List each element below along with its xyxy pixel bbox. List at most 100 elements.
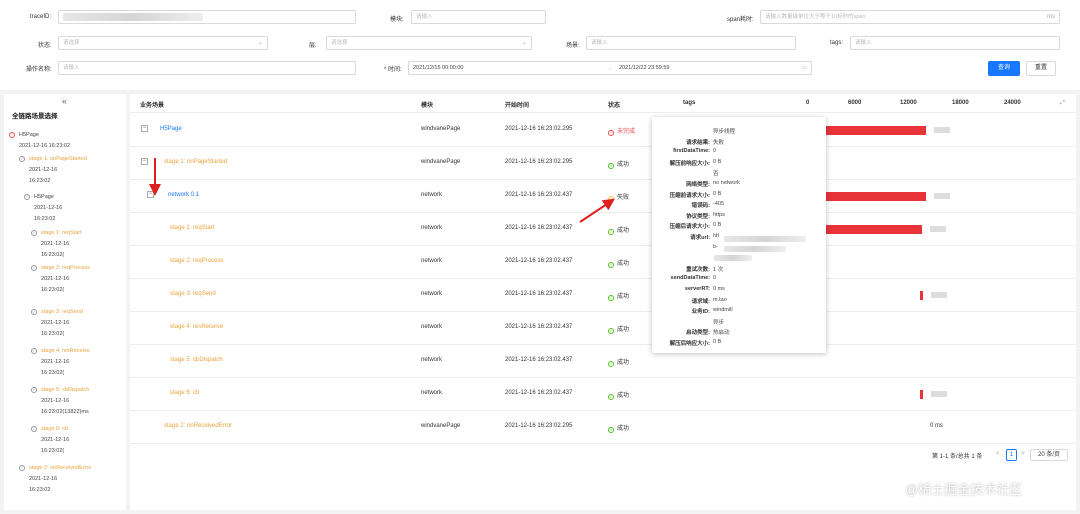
- trace-id-label: traceID:: [30, 14, 52, 20]
- duration-bar[interactable]: [919, 390, 923, 399]
- tags-input[interactable]: 请输入: [850, 36, 1060, 50]
- status-cell: ✓ 成功: [608, 390, 629, 400]
- start-time-cell: 2021-12-16 16:23:02.295: [505, 159, 573, 165]
- span-duration-input[interactable]: 请输入数量级单位大于等于10标秒的span ms: [760, 10, 1060, 24]
- table-row[interactable]: stage 2: reqProcess network 2021-12-16 16:…: [130, 246, 1076, 279]
- expand-icon[interactable]: ⤢: [1060, 100, 1065, 107]
- tree-node-label[interactable]: stage 3: reqSend: [41, 308, 83, 316]
- start-time-cell: 2021-12-16 16:23:02.437: [505, 324, 573, 330]
- module-input[interactable]: 请输入: [411, 10, 546, 24]
- collapse-row-button[interactable]: −: [147, 191, 154, 198]
- duration-label-redacted: [931, 391, 947, 397]
- tooltip-value: no network: [713, 180, 740, 186]
- tooltip-value: 异步: [713, 319, 725, 326]
- check-icon: ✓: [608, 229, 614, 235]
- span-duration-label: span耗时:: [727, 17, 754, 23]
- status-cell: ✓ 成功: [608, 258, 629, 268]
- tree-node-label: 2021-12-16: [29, 167, 58, 173]
- start-time-cell: 2021-12-16 16:23:02.295: [505, 126, 573, 132]
- scene-name[interactable]: H5Page: [160, 126, 182, 132]
- tree-node-label: 2021-12-16: [41, 398, 70, 404]
- page-1-button[interactable]: 1: [1006, 449, 1017, 461]
- scene-name[interactable]: stage 1: onPageStarted: [164, 159, 227, 165]
- tooltip-value: 0 B: [713, 339, 722, 345]
- scene-name[interactable]: stage 1: reqStart: [170, 225, 214, 231]
- tree-node-label[interactable]: stage 2: reqProcess: [41, 264, 90, 272]
- start-time-cell: 2021-12-16 16:23:02.437: [505, 390, 573, 396]
- start-time-cell: 2021-12-16 16:23:02.437: [505, 258, 573, 264]
- table-row[interactable]: − stage 1: onPageStarted windvanePage 2021-…: [130, 147, 1076, 180]
- scene-name[interactable]: stage 2: onReceivedError: [164, 423, 232, 429]
- time-start: 2021/12/15 00:00:00: [413, 65, 464, 71]
- tooltip-key: sendDataTime:: [670, 275, 710, 282]
- scene-input[interactable]: 请输入: [586, 36, 796, 50]
- tree-node-label: 2021-12-16: [41, 241, 70, 247]
- reset-button[interactable]: 重置: [1026, 61, 1056, 76]
- module-cell: network: [421, 324, 443, 330]
- check-icon: ✓: [608, 295, 614, 301]
- start-time-cell: 2021-12-16 16:23:02.437: [505, 225, 573, 231]
- table-row[interactable]: stage 1: reqStart network 2021-12-16 16:23…: [130, 213, 1076, 246]
- table-row[interactable]: stage 3: reqSend network 2021-12-16 16:23:…: [130, 279, 1076, 312]
- tree-node-label: 16:23:02: [29, 178, 51, 184]
- query-button[interactable]: 查询: [988, 61, 1020, 76]
- redacted-url: [714, 255, 752, 261]
- check-icon: ✓: [608, 394, 614, 400]
- trace-id-input[interactable]: [58, 10, 356, 24]
- tree-node-label: 16:23:02(: [41, 448, 65, 454]
- error-icon: !: [608, 130, 614, 136]
- table-row[interactable]: − H5Page windvanePage 2021-12-16 16:23:02.2…: [130, 114, 1076, 147]
- tooltip-value: htt: [713, 233, 720, 239]
- scene-name[interactable]: stage 6: cb: [170, 390, 199, 396]
- collapse-icon[interactable]: «: [62, 96, 67, 106]
- table-row[interactable]: − network 0.1 network 2021-12-16 16:23:02.4…: [130, 180, 1076, 213]
- layer-select[interactable]: 请选择 ⌄: [326, 36, 532, 50]
- tags-label: tags:: [830, 40, 844, 46]
- table-row[interactable]: stage 6: cb network 2021-12-16 16:23:02.43…: [130, 378, 1076, 411]
- collapse-row-button[interactable]: −: [141, 125, 148, 132]
- scene-name[interactable]: stage 2: reqProcess: [170, 258, 223, 264]
- status-text: 成功: [617, 261, 630, 267]
- prev-page-button[interactable]: <: [996, 451, 1000, 457]
- collapse-row-button[interactable]: −: [141, 158, 148, 165]
- tooltip-value: 1 次: [713, 266, 724, 273]
- axis-tick-label: 18000: [952, 100, 969, 106]
- tooltip-value: -405: [713, 201, 725, 208]
- status-select[interactable]: 请选择 ⌄: [58, 36, 268, 50]
- next-page-button[interactable]: >: [1021, 451, 1025, 457]
- table-row[interactable]: stage 2: onReceivedError windvanePage 2021…: [130, 411, 1076, 444]
- table-row[interactable]: stage 5: cbDispatch network 2021-12-16 16:…: [130, 345, 1076, 378]
- scene-name[interactable]: stage 4: resReceive: [170, 324, 223, 330]
- col-header-status: 状态: [608, 103, 621, 109]
- scene-name[interactable]: network 0.1: [168, 192, 199, 198]
- col-header-start: 开始时间: [505, 103, 530, 109]
- tree-node-label: 16:23:02(13822)ms: [41, 409, 89, 415]
- tooltip-value: 0 B: [713, 158, 722, 165]
- layer-label: 层:: [309, 43, 317, 49]
- scene-name[interactable]: stage 3: reqSend: [170, 291, 216, 297]
- tree-node-label[interactable]: stage 4: resReceive: [41, 347, 90, 355]
- tooltip-key: 重试次数:: [686, 266, 710, 273]
- tree-node-label[interactable]: stage 5: cbDispatch: [41, 386, 89, 394]
- redacted-url: [724, 246, 786, 252]
- tree-node-label: 2021-12-16: [29, 476, 58, 482]
- tooltip-value: 0: [713, 275, 717, 282]
- start-time-cell: 2021-12-16 16:23:02.437: [505, 357, 573, 363]
- duration-bar[interactable]: [919, 291, 923, 300]
- operation-input[interactable]: 请输入: [58, 61, 356, 75]
- check-icon: ✓: [31, 309, 37, 315]
- module-label: 模块:: [390, 17, 404, 23]
- tree-node-label[interactable]: stage 6: cb: [41, 425, 68, 433]
- tree-node-label[interactable]: stage 2: onReceivedError: [29, 464, 91, 472]
- tooltip-value: windmill: [713, 307, 733, 314]
- sidebar-title: 全链路场景选择: [12, 113, 58, 120]
- tooltip-value: 0 ms: [713, 286, 725, 292]
- trace-table: 业务场景 模块 开始时间 状态 tags 0 6000 12000 18000 2400…: [130, 94, 1076, 510]
- scene-name[interactable]: stage 5: cbDispatch: [170, 357, 223, 363]
- page-size-select[interactable]: 20 条/页: [1030, 449, 1068, 461]
- time-range-picker[interactable]: 2021/12/15 00:00:00 → 2021/12/22 23:59:5…: [408, 61, 812, 75]
- scene-tree-sidebar: « 全链路场景选择 H5Page! 2021-12-16 16:23:02 stag…: [4, 94, 126, 510]
- tree-node-label[interactable]: stage 1: onPageStarted: [29, 155, 87, 163]
- tree-node-label[interactable]: stage 1: reqStart: [41, 229, 82, 237]
- table-row[interactable]: stage 4: resReceive network 2021-12-16 16:…: [130, 312, 1076, 345]
